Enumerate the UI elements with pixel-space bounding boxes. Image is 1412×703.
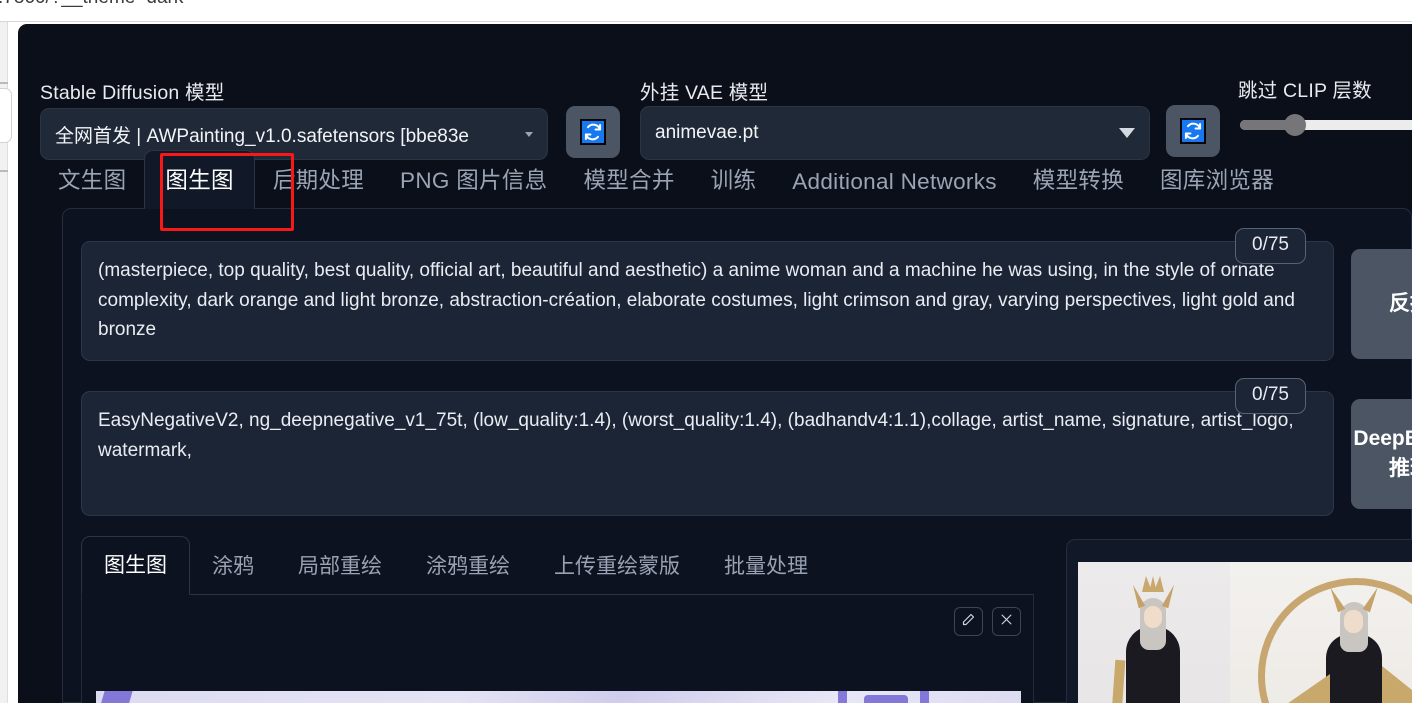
sd-model-label: Stable Diffusion 模型 (40, 82, 225, 104)
tab-extras[interactable]: 后期处理 (255, 163, 382, 209)
url-text[interactable]: :7860/?__theme=dark (0, 0, 183, 9)
rail-mark-bottom (0, 170, 8, 172)
rail-mark-top (0, 82, 8, 84)
gallery-images: CSDN @罪恶の王冠 (1078, 562, 1412, 703)
negative-prompt-input[interactable]: EasyNegativeV2, ng_deepnegative_v1_75t, … (81, 391, 1334, 516)
tab-image-browser[interactable]: 图库浏览器 (1142, 163, 1292, 209)
interrogate-deepbooru-button[interactable]: DeepBooru 推理 (1351, 399, 1412, 509)
positive-prompt-input[interactable]: (masterpiece, top quality, best quality,… (81, 241, 1334, 361)
tab-checkpoint-merger[interactable]: 模型合并 (565, 163, 692, 209)
positive-prompt-token-counter: 0/75 (1235, 228, 1306, 264)
interrogate-clip-button[interactable]: 反推 (1351, 249, 1412, 359)
vae-refresh-button[interactable] (1166, 105, 1220, 157)
subtab-inpaint-sketch[interactable]: 涂鸦重绘 (404, 550, 532, 594)
sd-model-dropdown[interactable]: 全网首发 | AWPainting_v1.0.safetensors [bbe8… (40, 108, 548, 160)
refresh-icon (580, 119, 606, 145)
clip-skip-label: 跳过 CLIP 层数 (1238, 80, 1372, 102)
vae-model-dropdown[interactable]: animevae.pt (640, 106, 1150, 160)
vae-model-value: animevae.pt (655, 122, 759, 143)
tab-additional-networks[interactable]: Additional Networks (774, 169, 1015, 209)
chevron-down-icon (525, 131, 533, 137)
output-gallery[interactable]: CSDN @罪恶の王冠 (1066, 539, 1412, 703)
negative-prompt-token-counter: 0/75 (1235, 378, 1306, 414)
sd-model-refresh-button[interactable] (566, 106, 620, 158)
sd-model-value: 全网首发 | AWPainting_v1.0.safetensors [bbe8… (55, 125, 469, 147)
webui-window: Stable Diffusion 模型 全网首发 | AWPainting_v1… (18, 24, 1412, 703)
tab-train[interactable]: 训练 (693, 163, 775, 209)
tab-txt2img[interactable]: 文生图 (40, 163, 144, 209)
left-floating-widget[interactable] (0, 88, 12, 143)
gallery-image-2[interactable] (1230, 562, 1412, 703)
strip-divider (0, 21, 1412, 22)
uploaded-image-preview[interactable] (96, 691, 1021, 703)
model-row: Stable Diffusion 模型 全网首发 | AWPainting_v1… (18, 24, 1412, 160)
subtab-inpaint[interactable]: 局部重绘 (276, 550, 404, 594)
chevron-down-icon (1119, 128, 1135, 138)
browser-url-strip: :7860/?__theme=dark (0, 0, 1412, 22)
subtab-sketch[interactable]: 涂鸦 (190, 550, 276, 594)
clip-skip-slider[interactable] (1240, 112, 1412, 138)
img2img-subtabbar: 图生图 涂鸦 局部重绘 涂鸦重绘 上传重绘蒙版 批量处理 (81, 536, 1034, 595)
slider-handle[interactable] (1284, 114, 1306, 136)
gallery-image-1[interactable] (1078, 562, 1230, 703)
tab-img2img[interactable]: 图生图 (144, 150, 255, 209)
tab-png-info[interactable]: PNG 图片信息 (382, 163, 565, 209)
vae-model-label: 外挂 VAE 模型 (640, 82, 769, 104)
subtab-img2img[interactable]: 图生图 (81, 536, 190, 595)
canvas-toolbar (954, 607, 1021, 636)
edit-image-button[interactable] (954, 607, 983, 636)
img2img-panel: 0/75 (masterpiece, top quality, best qua… (62, 208, 1412, 703)
close-icon (999, 612, 1014, 632)
img2img-canvas[interactable] (81, 595, 1034, 703)
subtab-batch[interactable]: 批量处理 (702, 550, 830, 594)
clear-image-button[interactable] (992, 607, 1021, 636)
subtab-inpaint-upload[interactable]: 上传重绘蒙版 (532, 550, 702, 594)
refresh-icon (1180, 118, 1206, 144)
main-tabbar: 文生图 图生图 后期处理 PNG 图片信息 模型合并 训练 Additional… (40, 150, 1412, 209)
pencil-icon (961, 612, 976, 632)
tab-model-converter[interactable]: 模型转换 (1015, 163, 1142, 209)
